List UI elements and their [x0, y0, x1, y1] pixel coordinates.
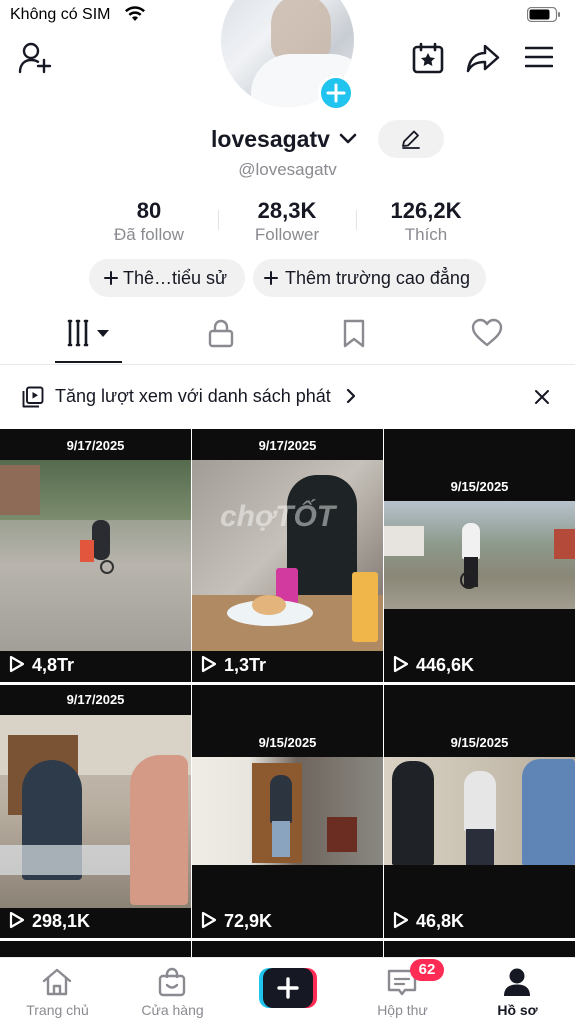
menu-icon[interactable] — [525, 45, 553, 69]
watermark: chợTỐT — [220, 500, 336, 533]
video-thumbnail[interactable]: 9/17/2025 298,1K — [0, 685, 191, 938]
heart-icon — [471, 318, 503, 347]
view-count-value: 446,6K — [416, 655, 475, 675]
divider — [218, 210, 219, 230]
nav-profile[interactable]: Hồ sơ — [460, 958, 575, 1024]
chevron-right-icon — [346, 388, 356, 404]
playlist-banner[interactable]: Tăng lượt xem với danh sách phát — [0, 375, 575, 419]
add-bio-label: Thê…tiểu sử — [123, 268, 228, 288]
video-date: 9/15/2025 — [258, 735, 317, 750]
play-icon — [393, 655, 409, 673]
share-icon[interactable] — [466, 43, 500, 73]
video-thumbnail[interactable]: 9/15/2025 446,6K — [384, 429, 575, 682]
stat-value: 126,2K — [390, 198, 462, 223]
view-count: 72,9K — [201, 911, 272, 932]
edit-profile-button[interactable] — [378, 120, 444, 158]
view-count-value: 4,8Tr — [32, 655, 75, 675]
view-count-value: 298,1K — [32, 911, 91, 931]
stat-value: 28,3K — [257, 198, 317, 223]
add-school-button[interactable]: Thêm trường cao đẳng — [253, 259, 486, 297]
video-date: 9/15/2025 — [450, 735, 509, 750]
home-icon — [42, 968, 72, 996]
play-icon — [9, 911, 25, 929]
play-icon — [201, 911, 217, 929]
plus-icon — [326, 83, 346, 103]
user-handle: @lovesagatv — [238, 160, 337, 179]
shopping-bag-icon — [158, 967, 186, 997]
view-count: 1,3Tr — [201, 655, 266, 676]
video-frame — [384, 501, 575, 609]
video-date: 9/17/2025 — [258, 438, 317, 453]
nav-shop-label: Cửa hàng — [141, 1002, 204, 1018]
stat-likes[interactable]: 126,2K Thích — [361, 198, 491, 246]
username: lovesagatv — [211, 126, 330, 152]
active-tab-indicator — [55, 361, 122, 363]
video-frame — [0, 460, 191, 651]
nav-home-label: Trang chủ — [26, 1002, 89, 1018]
playlist-banner-text: Tăng lượt xem với danh sách phát — [55, 386, 331, 406]
video-date: 9/17/2025 — [66, 692, 125, 707]
add-avatar-button[interactable] — [318, 75, 354, 111]
stat-label: Thích — [404, 225, 448, 244]
video-thumbnail[interactable]: 9/17/2025 chợTỐT 1,3Tr — [192, 429, 383, 682]
plus-icon — [104, 271, 118, 285]
tab-videos[interactable] — [64, 318, 116, 362]
add-school-label: Thêm trường cao đẳng — [285, 268, 470, 288]
play-icon — [9, 655, 25, 673]
video-date: 9/17/2025 — [66, 438, 125, 453]
video-frame — [0, 715, 191, 908]
add-bio-button[interactable]: Thê…tiểu sử — [89, 259, 245, 297]
view-count: 446,6K — [393, 655, 474, 676]
stat-label: Follower — [254, 225, 320, 244]
grid-videos-icon — [67, 319, 109, 347]
stat-label: Đã follow — [114, 225, 184, 244]
view-count: 46,8K — [393, 911, 464, 932]
view-count: 298,1K — [9, 911, 90, 932]
nav-home[interactable]: Trang chủ — [0, 958, 115, 1024]
video-thumbnail[interactable]: 9/17/2025 4,8Tr — [0, 429, 191, 682]
video-frame — [384, 757, 575, 865]
play-icon — [393, 911, 409, 929]
view-count-value: 46,8K — [416, 911, 465, 931]
chevron-down-icon[interactable] — [338, 131, 358, 147]
tab-liked[interactable] — [471, 318, 503, 362]
inbox-badge: 62 — [410, 959, 444, 981]
tab-private[interactable] — [207, 318, 237, 362]
stat-value: 80 — [136, 198, 162, 223]
video-grid: 9/17/2025 4,8Tr 9/17/2025 chợTỐT 1,3Tr 9… — [0, 429, 575, 959]
tab-saved[interactable] — [342, 318, 368, 362]
view-count: 4,8Tr — [9, 655, 74, 676]
view-count-value: 1,3Tr — [224, 655, 267, 675]
nav-shop[interactable]: Cửa hàng — [115, 958, 230, 1024]
play-icon — [201, 655, 217, 673]
nav-create[interactable] — [230, 958, 345, 1024]
view-count-value: 72,9K — [224, 911, 273, 931]
video-frame — [192, 757, 383, 865]
close-icon[interactable] — [533, 388, 551, 406]
lock-icon — [208, 319, 234, 348]
playlist-icon — [22, 386, 44, 408]
calendar-star-icon[interactable] — [412, 42, 444, 74]
divider — [356, 210, 357, 230]
video-frame: chợTỐT — [192, 460, 383, 651]
pencil-icon — [402, 130, 420, 149]
add-friend-icon[interactable] — [18, 42, 54, 74]
bookmark-icon — [343, 319, 365, 348]
stat-followers[interactable]: 28,3K Follower — [222, 198, 352, 246]
battery-icon — [527, 7, 560, 22]
video-date: 9/15/2025 — [450, 479, 509, 494]
divider — [0, 364, 575, 365]
video-thumbnail[interactable]: 9/15/2025 72,9K — [192, 685, 383, 938]
video-thumbnail[interactable]: 9/15/2025 46,8K — [384, 685, 575, 938]
stat-following[interactable]: 80 Đã follow — [84, 198, 214, 246]
plus-icon — [264, 271, 278, 285]
profile-icon — [504, 968, 530, 996]
create-plus-icon — [259, 968, 317, 1008]
nav-inbox-label: Hộp thư — [377, 1002, 428, 1018]
nav-profile-label: Hồ sơ — [497, 1002, 538, 1018]
bottom-navigation: Trang chủ Cửa hàng Hộp thư Hồ sơ — [0, 957, 575, 1024]
